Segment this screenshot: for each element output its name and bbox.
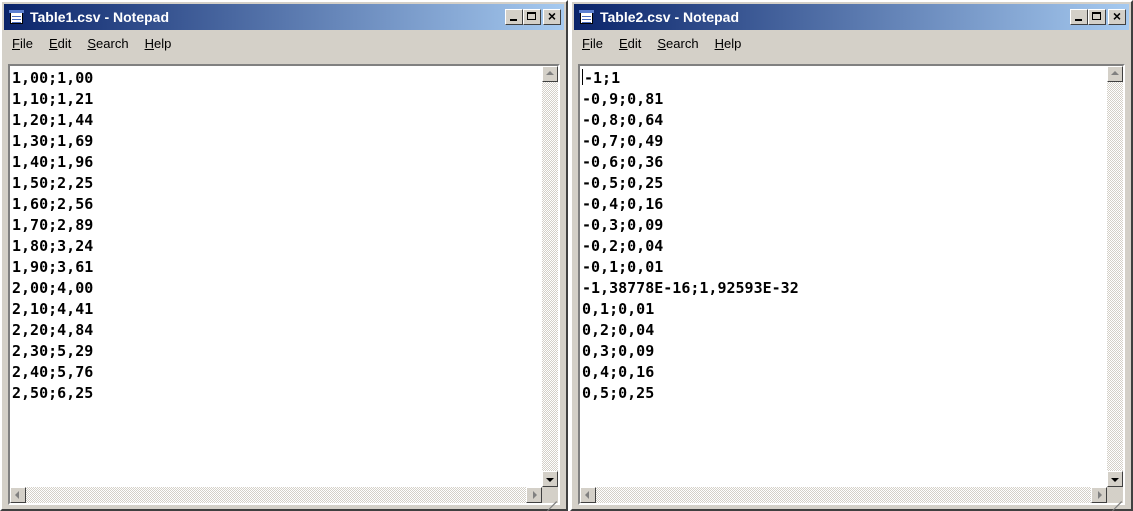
window-title: Table1.csv - Notepad [30, 9, 170, 25]
text-line: -0,5;0,25 [582, 174, 664, 192]
vertical-scrollbar[interactable] [1107, 66, 1123, 487]
title-bar[interactable]: Table1.csv - Notepad × [4, 4, 564, 30]
scroll-right-button[interactable] [526, 487, 542, 503]
text-caret [582, 69, 583, 85]
text-line: 1,50;2,25 [12, 174, 94, 192]
arrow-left-icon [15, 491, 19, 499]
size-grip[interactable] [542, 487, 558, 511]
scroll-right-button[interactable] [1091, 487, 1107, 503]
arrow-up-icon [546, 71, 554, 75]
text-line: 0,3;0,09 [582, 342, 655, 360]
text-line: 2,10;4,41 [12, 300, 94, 318]
text-line: 2,30;5,29 [12, 342, 94, 360]
text-line: 1,30;1,69 [12, 132, 94, 150]
scroll-up-button[interactable] [1107, 66, 1123, 82]
maximize-icon [527, 12, 536, 20]
menu-help[interactable]: Help [137, 36, 180, 51]
text-line: -0,1;0,01 [582, 258, 664, 276]
scroll-down-button[interactable] [1107, 471, 1123, 487]
close-button[interactable]: × [1108, 8, 1126, 25]
menu-bar: File Edit Search Help [574, 32, 1129, 54]
notepad-window-table2: Table2.csv - Notepad × File Edit Search … [570, 0, 1133, 511]
text-line: 2,00;4,00 [12, 279, 94, 297]
scroll-down-button[interactable] [542, 471, 558, 487]
text-line: 2,40;5,76 [12, 363, 94, 381]
scroll-left-button[interactable] [10, 487, 26, 503]
title-bar[interactable]: Table2.csv - Notepad × [574, 4, 1129, 30]
menu-file[interactable]: File [574, 36, 611, 51]
editor[interactable]: 1,00;1,00 1,10;1,21 1,20;1,44 1,30;1,69 1,40… [8, 64, 560, 511]
arrow-up-icon [1111, 71, 1119, 75]
horizontal-scrollbar[interactable] [10, 487, 542, 503]
text-line: 1,90;3,61 [12, 258, 94, 276]
text-line: 1,40;1,96 [12, 153, 94, 171]
text-line: -0,4;0,16 [582, 195, 664, 213]
arrow-left-icon [585, 491, 589, 499]
text-line: 2,20;4,84 [12, 321, 94, 339]
menu-search[interactable]: Search [649, 36, 706, 51]
text-line: -0,8;0,64 [582, 111, 664, 129]
arrow-right-icon [1098, 491, 1102, 499]
text-line: -0,7;0,49 [582, 132, 664, 150]
menu-help[interactable]: Help [707, 36, 750, 51]
arrow-down-icon [546, 478, 554, 482]
minimize-icon [1075, 19, 1082, 21]
text-area[interactable]: -1;1 -0,9;0,81 -0,8;0,64 -0,7;0,49 -0,6;0,36… [580, 66, 1107, 487]
vertical-scrollbar[interactable] [542, 66, 558, 487]
close-icon: × [547, 8, 557, 24]
minimize-button[interactable] [505, 9, 523, 25]
maximize-button[interactable] [523, 9, 541, 25]
text-line: 0,2;0,04 [582, 321, 655, 339]
text-line: 0,4;0,16 [582, 363, 655, 381]
text-area[interactable]: 1,00;1,00 1,10;1,21 1,20;1,44 1,30;1,69 1,40… [10, 66, 542, 487]
menu-edit[interactable]: Edit [611, 36, 649, 51]
notepad-icon[interactable] [8, 9, 26, 25]
notepad-icon[interactable] [578, 9, 596, 25]
text-line: -0,2;0,04 [582, 237, 664, 255]
notepad-window-table1: Table1.csv - Notepad × File Edit Search … [0, 0, 568, 511]
text-line: -1,38778E-16;1,92593E-32 [582, 279, 799, 297]
arrow-right-icon [533, 491, 537, 499]
text-line: 0,5;0,25 [582, 384, 655, 402]
arrow-down-icon [1111, 478, 1119, 482]
minimize-button[interactable] [1070, 9, 1088, 25]
text-line: -0,9;0,81 [582, 90, 664, 108]
menu-edit[interactable]: Edit [41, 36, 79, 51]
text-line: 1,70;2,89 [12, 216, 94, 234]
horizontal-scrollbar[interactable] [580, 487, 1107, 503]
text-line: -0,6;0,36 [582, 153, 664, 171]
text-line: 2,50;6,25 [12, 384, 94, 402]
maximize-icon [1092, 12, 1101, 20]
menu-bar: File Edit Search Help [4, 32, 564, 54]
text-line: -0,3;0,09 [582, 216, 664, 234]
minimize-icon [510, 19, 517, 21]
text-line: -1;1 [582, 69, 621, 87]
menu-search[interactable]: Search [79, 36, 136, 51]
text-line: 1,00;1,00 [12, 69, 94, 87]
maximize-button[interactable] [1088, 9, 1106, 25]
window-title: Table2.csv - Notepad [600, 9, 740, 25]
close-button[interactable]: × [543, 8, 561, 25]
size-grip[interactable] [1107, 487, 1123, 511]
text-line: 0,1;0,01 [582, 300, 655, 318]
menu-file[interactable]: File [4, 36, 41, 51]
text-line: 1,80;3,24 [12, 237, 94, 255]
scroll-left-button[interactable] [580, 487, 596, 503]
editor[interactable]: -1;1 -0,9;0,81 -0,8;0,64 -0,7;0,49 -0,6;0,36… [578, 64, 1125, 511]
text-line: 1,60;2,56 [12, 195, 94, 213]
text-line: 1,20;1,44 [12, 111, 94, 129]
text-line: 1,10;1,21 [12, 90, 94, 108]
close-icon: × [1112, 8, 1122, 24]
scroll-up-button[interactable] [542, 66, 558, 82]
